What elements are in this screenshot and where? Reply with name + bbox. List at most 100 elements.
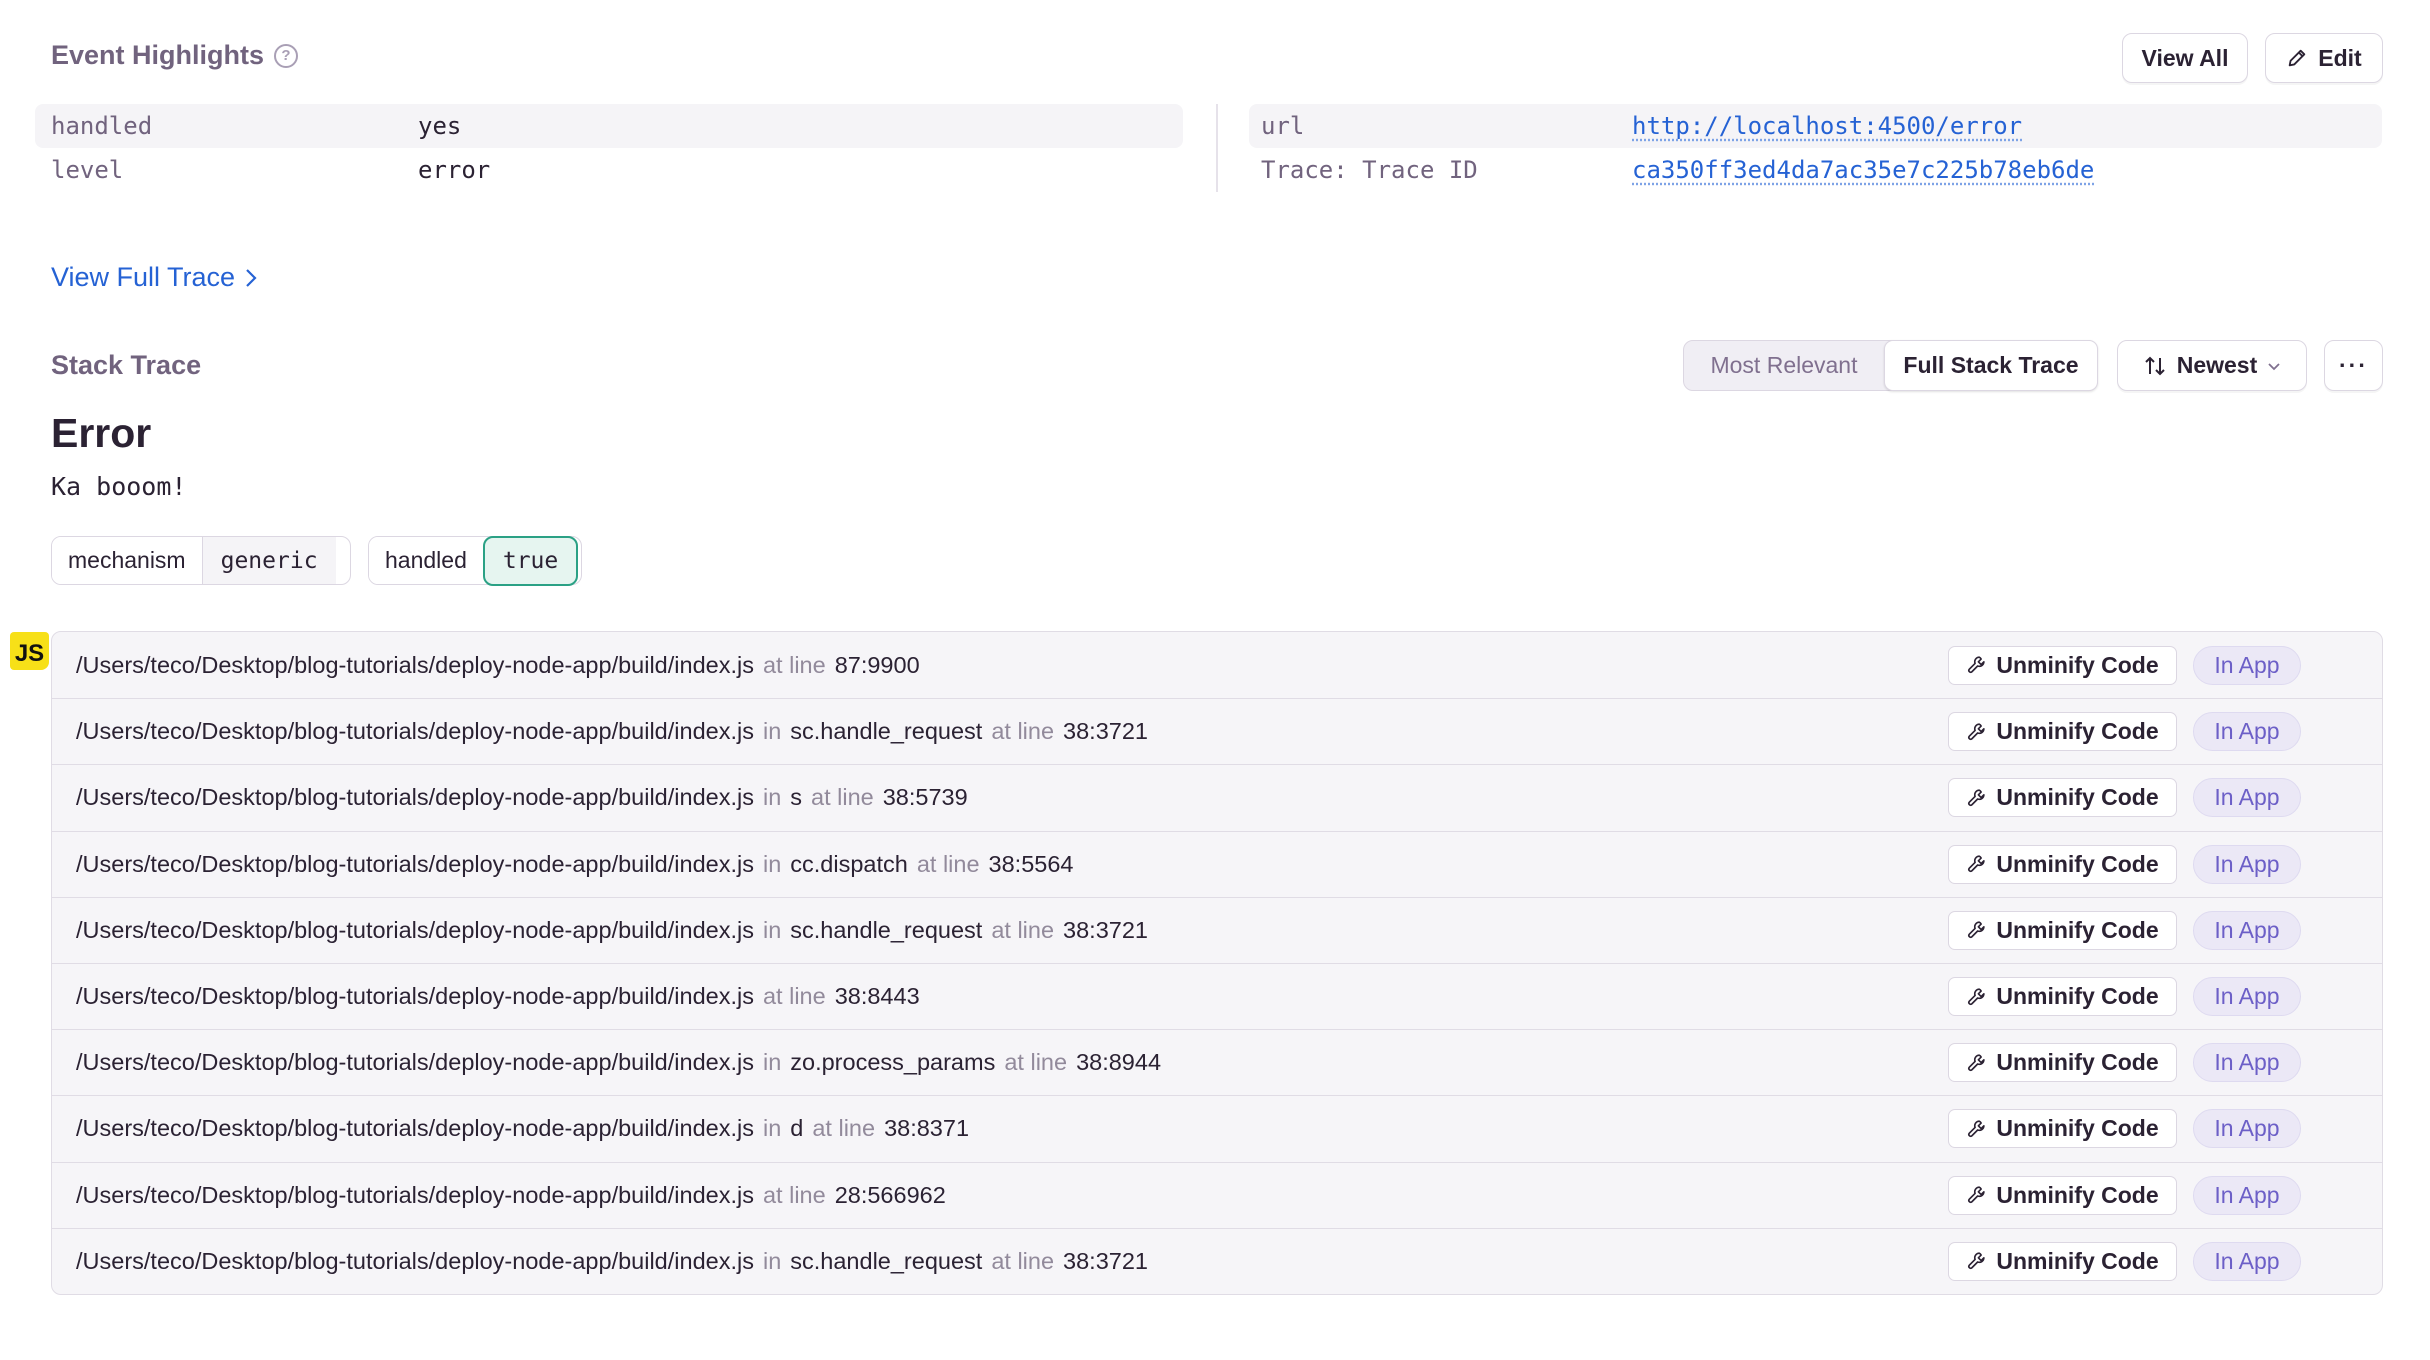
stack-view-toggle: Most Relevant Full Stack Trace xyxy=(1683,340,2098,391)
in-app-badge: In App xyxy=(2193,977,2301,1017)
unminify-code-button[interactable]: Unminify Code xyxy=(1948,1109,2177,1149)
unminify-code-button[interactable]: Unminify Code xyxy=(1948,778,2177,818)
edit-label: Edit xyxy=(2318,44,2362,71)
stack-frame-row[interactable]: /Users/teco/Desktop/blog-tutorials/deplo… xyxy=(52,698,2382,764)
highlight-key: Trace: Trace ID xyxy=(1261,156,1478,184)
view-full-trace-label: View Full Trace xyxy=(51,262,236,292)
frame-function: s xyxy=(790,784,803,811)
frame-filename: /Users/teco/Desktop/blog-tutorials/deplo… xyxy=(76,784,754,811)
stack-frame-row[interactable]: /Users/teco/Desktop/blog-tutorials/deplo… xyxy=(52,1029,2382,1095)
frame-function: d xyxy=(790,1115,804,1142)
frame-line-number: 38:8443 xyxy=(834,983,920,1010)
unminify-code-button[interactable]: Unminify Code xyxy=(1948,645,2177,685)
event-highlights-label: Event Highlights xyxy=(51,40,265,70)
unminify-label: Unminify Code xyxy=(1996,718,2159,745)
stack-frame-row[interactable]: /Users/teco/Desktop/blog-tutorials/deplo… xyxy=(52,1161,2382,1228)
frame-function: sc.handle_request xyxy=(790,718,983,745)
frame-in-label: in xyxy=(762,718,782,745)
highlight-value: yes xyxy=(418,112,462,140)
frame-line-number: 38:5739 xyxy=(882,784,968,811)
frame-at-line-label: at line xyxy=(991,1247,1055,1274)
frame-at-line-label: at line xyxy=(812,1115,876,1142)
frame-function: sc.handle_request xyxy=(790,1247,983,1274)
frame-in-label: in xyxy=(762,784,782,811)
wrench-icon xyxy=(1968,723,1986,740)
tag-key: handled xyxy=(369,537,483,584)
most-relevant-tab[interactable]: Most Relevant xyxy=(1684,341,1884,390)
stack-frame-row[interactable]: /Users/teco/Desktop/blog-tutorials/deplo… xyxy=(52,764,2382,830)
handled-tag: handled true xyxy=(368,535,582,586)
in-app-badge: In App xyxy=(2193,1241,2301,1281)
wrench-icon xyxy=(1968,1186,1986,1204)
unminify-code-button[interactable]: Unminify Code xyxy=(1948,1043,2177,1083)
more-options-button[interactable]: ··· xyxy=(2324,340,2383,391)
highlight-row-trace-id: Trace: Trace ID ca350ff3ed4da7ac35e7c225… xyxy=(1249,148,2382,192)
unminify-label: Unminify Code xyxy=(1996,1115,2159,1142)
url-link[interactable]: http://localhost:4500/error xyxy=(1632,112,2022,140)
unminify-label: Unminify Code xyxy=(1996,784,2159,811)
tag-value: generic xyxy=(202,537,336,584)
view-all-button[interactable]: View All xyxy=(2122,33,2248,83)
highlight-value: error xyxy=(418,156,491,184)
wrench-icon xyxy=(1968,1054,1986,1071)
edit-button[interactable]: Edit xyxy=(2265,33,2383,83)
unminify-code-button[interactable]: Unminify Code xyxy=(1948,1175,2177,1215)
frame-line-number: 87:9900 xyxy=(834,651,920,678)
unminify-label: Unminify Code xyxy=(1996,1181,2159,1208)
sort-arrows-icon xyxy=(2145,356,2165,375)
view-all-label: View All xyxy=(2141,44,2229,71)
stack-frame-row[interactable]: /Users/teco/Desktop/blog-tutorials/deplo… xyxy=(52,632,2382,698)
unminify-code-button[interactable]: Unminify Code xyxy=(1948,844,2177,884)
unminify-code-button[interactable]: Unminify Code xyxy=(1948,910,2177,950)
frame-at-line-label: at line xyxy=(916,850,980,877)
unminify-code-button[interactable]: Unminify Code xyxy=(1948,712,2177,752)
in-app-badge: In App xyxy=(2193,1109,2301,1149)
frame-line-number: 38:3721 xyxy=(1063,916,1148,943)
stack-frame-row[interactable]: /Users/teco/Desktop/blog-tutorials/deplo… xyxy=(52,1095,2382,1161)
highlight-key: level xyxy=(51,156,124,184)
frame-line-number: 28:566962 xyxy=(834,1181,946,1208)
frame-function: sc.handle_request xyxy=(790,916,983,943)
stack-frame-row[interactable]: /Users/teco/Desktop/blog-tutorials/deplo… xyxy=(52,896,2382,963)
stack-frame-row[interactable]: /Users/teco/Desktop/blog-tutorials/deplo… xyxy=(52,1227,2382,1294)
highlights-left-panel: handled yes level error xyxy=(35,104,1183,192)
wrench-icon xyxy=(1968,921,1986,939)
highlights-divider xyxy=(1216,104,1218,192)
in-app-badge: In App xyxy=(2193,712,2301,752)
frame-in-label: in xyxy=(762,1247,782,1274)
stack-frame-row[interactable]: /Users/teco/Desktop/blog-tutorials/deplo… xyxy=(52,962,2382,1029)
in-app-badge: In App xyxy=(2193,1175,2301,1215)
frame-filename: /Users/teco/Desktop/blog-tutorials/deplo… xyxy=(76,1049,754,1076)
highlights-right-panel: url http://localhost:4500/error Trace: T… xyxy=(1249,104,2382,192)
full-stack-trace-tab[interactable]: Full Stack Trace xyxy=(1884,340,2098,391)
highlight-key: url xyxy=(1261,112,1305,140)
frame-line-number: 38:5564 xyxy=(988,850,1074,877)
question-circle-icon[interactable]: ? xyxy=(274,43,299,68)
wrench-icon xyxy=(1968,987,1986,1005)
unminify-label: Unminify Code xyxy=(1996,983,2159,1010)
frame-at-line-label: at line xyxy=(991,718,1055,745)
frame-filename: /Users/teco/Desktop/blog-tutorials/deplo… xyxy=(76,718,754,745)
error-message: Ka booom! xyxy=(51,472,187,501)
chevron-right-icon xyxy=(246,268,257,287)
frame-at-line-label: at line xyxy=(762,1181,826,1208)
frame-in-label: in xyxy=(762,850,782,877)
mechanism-tag: mechanism generic xyxy=(51,536,351,585)
frame-at-line-label: at line xyxy=(1004,1049,1068,1076)
trace-id-link[interactable]: ca350ff3ed4da7ac35e7c225b78eb6de xyxy=(1632,156,2094,184)
unminify-label: Unminify Code xyxy=(1996,1049,2159,1076)
frame-filename: /Users/teco/Desktop/blog-tutorials/deplo… xyxy=(76,1115,754,1142)
error-type: Error xyxy=(51,410,152,456)
sort-dropdown[interactable]: Newest xyxy=(2117,340,2307,391)
pencil-icon xyxy=(2289,49,2306,67)
stack-frame-row[interactable]: /Users/teco/Desktop/blog-tutorials/deplo… xyxy=(52,830,2382,897)
tag-key: mechanism xyxy=(52,537,203,584)
frame-function: zo.process_params xyxy=(790,1049,996,1076)
highlight-row-level: level error xyxy=(35,148,1183,192)
view-full-trace-link[interactable]: View Full Trace xyxy=(51,262,259,293)
unminify-code-button[interactable]: Unminify Code xyxy=(1948,977,2177,1017)
stack-frames-list: /Users/teco/Desktop/blog-tutorials/deplo… xyxy=(51,631,2383,1295)
unminify-code-button[interactable]: Unminify Code xyxy=(1948,1241,2177,1281)
frame-filename: /Users/teco/Desktop/blog-tutorials/deplo… xyxy=(76,651,754,678)
unminify-label: Unminify Code xyxy=(1996,651,2159,678)
